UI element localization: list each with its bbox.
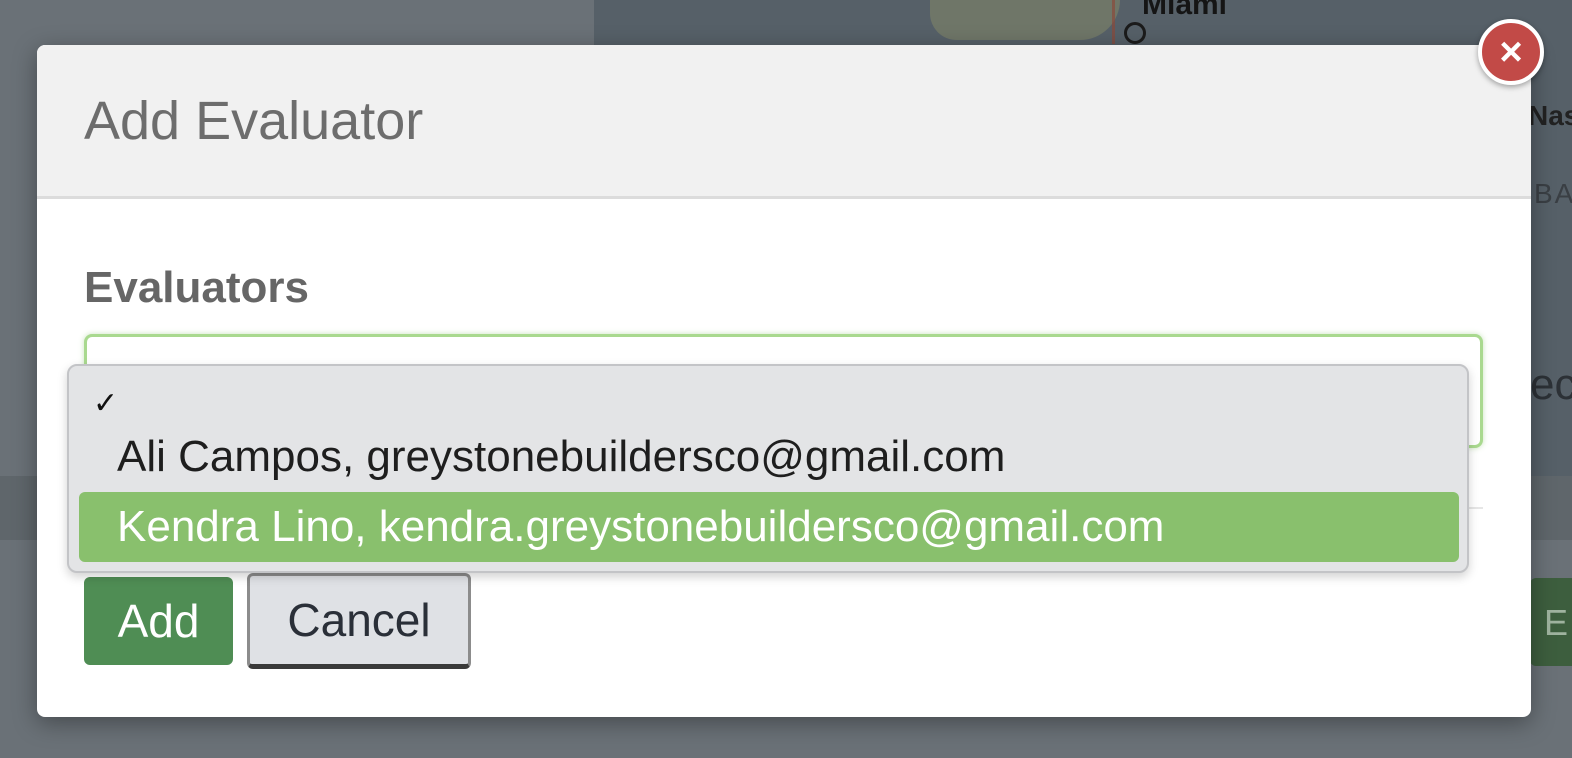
map-landmass [930,0,1120,40]
background-button: E [1530,578,1572,666]
cancel-button[interactable]: Cancel [247,573,471,669]
dropdown-option-kendra-lino[interactable]: Kendra Lino, kendra.greystonebuildersco@… [79,492,1459,562]
background-bottom-text: . [30,738,39,758]
modal-header: Add Evaluator [37,45,1531,199]
modal-title: Add Evaluator [84,91,424,151]
evaluators-label: Evaluators [84,263,309,312]
dropdown-option-label: Ali Campos, greystonebuildersco@gmail.co… [117,432,1006,481]
evaluators-dropdown-list: ✓ Ali Campos, greystonebuildersco@gmail.… [67,364,1469,573]
map-label-right-2: BA [1534,178,1572,209]
dropdown-option-label: Kendra Lino, kendra.greystonebuildersco@… [117,502,1165,551]
background-side-text: ec [1530,360,1572,409]
map-city-marker [1124,22,1146,44]
dropdown-option-blank[interactable]: ✓ [79,372,1459,428]
map-city-label: Miami [1142,0,1228,21]
map-label-right: Nas [1528,100,1572,131]
close-icon[interactable]: × [1478,19,1544,85]
dropdown-option-ali-campos[interactable]: Ali Campos, greystonebuildersco@gmail.co… [79,422,1459,492]
checkmark-icon: ✓ [93,387,119,420]
map-road [1112,0,1115,44]
add-button[interactable]: Add [84,577,233,665]
